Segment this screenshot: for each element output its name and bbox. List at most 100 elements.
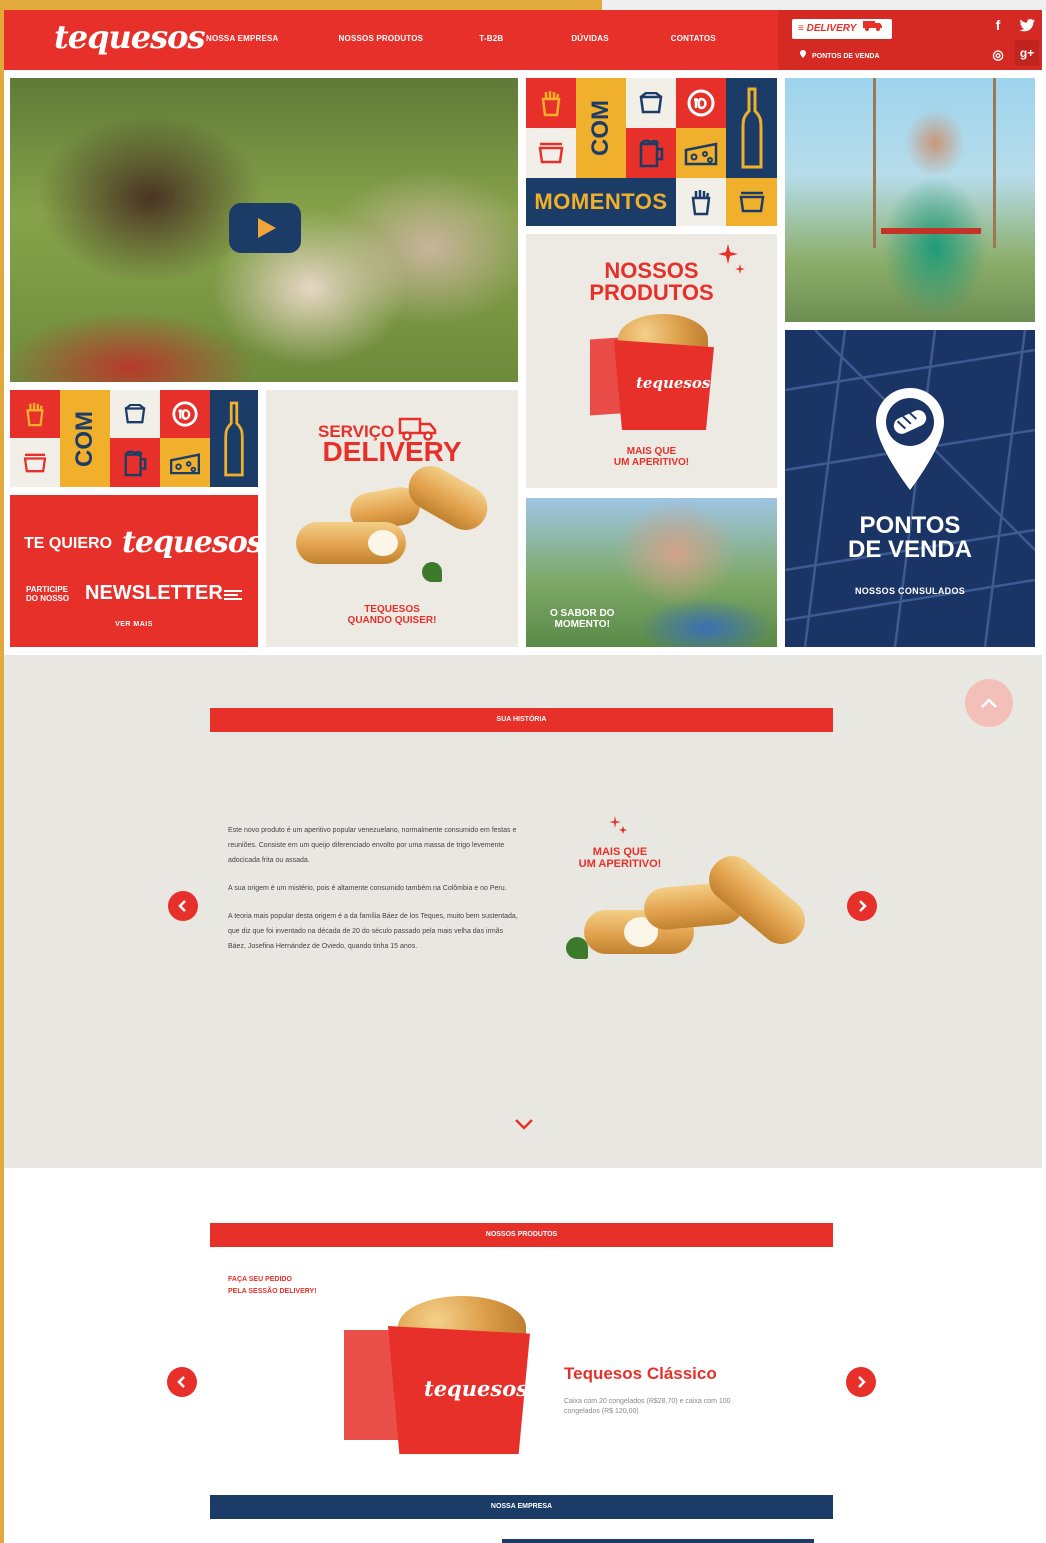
historia-next-button[interactable] — [847, 891, 877, 921]
delivery-sub-line1: TEQUESOS — [364, 604, 420, 615]
fries-icon-2 — [10, 390, 60, 438]
box-brand-text: tequesos — [636, 374, 711, 392]
historia-prev-button[interactable] — [168, 891, 198, 921]
fries-outline-icon — [676, 178, 726, 226]
faca-pedido-label: FAÇA SEU PEDIDO PELA SESSÃO DELIVERY! — [228, 1274, 317, 1298]
pontos-de-venda-label: PONTOS DE VENDA — [811, 53, 880, 60]
empresa-underline — [502, 1539, 814, 1543]
product-description: Caixa com 20 congelados (R$28,70) e caix… — [564, 1398, 731, 1415]
product-name: Tequesos Clássico — [564, 1364, 717, 1383]
historia-paragraph-3: A teoria mais popular desta origem é a d… — [228, 913, 518, 950]
sabor-do-momento-tile[interactable]: O SABOR DO MOMENTO! — [526, 498, 777, 647]
mais-que-line2: UM APERITIVO! — [578, 858, 662, 870]
map-pin-icon — [800, 50, 806, 58]
chevron-down-icon[interactable] — [514, 1113, 534, 1136]
facebook-icon[interactable]: f — [986, 12, 1010, 38]
product-box-brand: tequesos — [424, 1376, 529, 1401]
instagram-icon[interactable]: ◎ — [986, 42, 1010, 68]
historia-mais-que-label: MAIS QUE UM APERITIVO! — [562, 846, 678, 870]
top-accent-strip — [0, 0, 1046, 10]
box-icon — [626, 78, 676, 128]
newsletter-lines-icon — [224, 588, 242, 606]
box-icon-2 — [110, 390, 160, 438]
chevron-left-icon — [178, 900, 186, 912]
pontos-tile-subtitle: NOSSOS CONSULADOS — [854, 586, 966, 596]
historia-herb-garnish — [566, 937, 588, 959]
icon-grid-com-momentos[interactable]: COM MOMENTOS — [526, 78, 777, 226]
delivery-button-label: DELIVERY — [806, 23, 857, 34]
product-box-front: tequesos — [388, 1326, 530, 1454]
herb-garnish — [422, 562, 442, 582]
cheese-center — [368, 530, 398, 556]
pontos-de-venda-tile[interactable]: PONTOS DE VENDA NOSSOS CONSULADOS — [785, 330, 1035, 647]
beer-mug-icon — [626, 128, 676, 178]
com-tile-2: COM — [60, 390, 110, 487]
truck-icon — [863, 19, 883, 39]
newsletter-tile[interactable]: TE QUIERO tequesos PARTICIPE DO NOSSO NE… — [10, 495, 258, 647]
com-tile: COM — [576, 78, 626, 178]
produtos-tile-subtitle: MAIS QUE UM APERITIVO! — [526, 446, 777, 468]
nav-item-nossa-empresa[interactable]: NOSSA EMPRESA — [206, 34, 279, 43]
site-logo[interactable]: tequesos — [54, 18, 206, 56]
delivery-tile-subtitle: TEQUESOS QUANDO QUISER! — [266, 604, 518, 626]
participe-line1: PARTICIPE — [26, 585, 69, 594]
chevron-right-icon-2 — [858, 1376, 866, 1388]
participe-line2: DO NOSSO — [26, 594, 70, 603]
produtos-section-bar: NOSSOS PRODUTOS — [210, 1223, 833, 1247]
header-right-panel: ≡ DELIVERY PONTOS DE VENDA f ◎ g+ — [778, 10, 1042, 70]
produtos-title-line2: PRODUTOS — [589, 280, 714, 305]
main-nav: NOSSA EMPRESA NOSSOS PRODUTOS T-B2B DÚVI… — [194, 34, 716, 43]
brand-circle-icon — [676, 78, 726, 128]
historia-sparkle-icon — [608, 815, 628, 840]
historia-paragraph-1: Este novo produto é um aperitivo popular… — [228, 827, 517, 864]
google-plus-icon[interactable]: g+ — [1015, 40, 1039, 66]
twitter-icon[interactable] — [1015, 12, 1039, 38]
com-label: COM — [587, 100, 614, 156]
pontos-title-line2: DE VENDA — [847, 536, 973, 563]
site-header: tequesos NOSSA EMPRESA NOSSOS PRODUTOS T… — [4, 10, 1042, 70]
sabor-line2: MOMENTO! — [554, 619, 610, 630]
produtos-sub-line1: MAIS QUE — [626, 446, 677, 457]
produtos-next-button[interactable] — [846, 1367, 876, 1397]
faca-line1: FAÇA SEU PEDIDO — [228, 1276, 292, 1283]
newsletter-ver-mais-link[interactable]: VER MAIS — [10, 621, 258, 628]
menu-lines-icon: ≡ — [798, 23, 804, 34]
swing-photo-tile[interactable] — [785, 78, 1035, 322]
nav-item-nossos-produtos[interactable]: NOSSOS PRODUTOS — [339, 34, 424, 43]
fries-box-front: tequesos — [614, 340, 714, 430]
newsletter-te-quiero: TE QUIERO — [24, 535, 113, 552]
sabor-line1: O SABOR DO — [550, 608, 615, 619]
tequeno-shape-2 — [400, 457, 496, 539]
produtos-prev-button[interactable] — [167, 1367, 197, 1397]
bottle-icon-2 — [210, 390, 258, 487]
icon-grid-com[interactable]: COM — [10, 390, 258, 487]
location-pin-icon — [873, 386, 947, 497]
momentos-label: MOMENTOS — [534, 189, 668, 214]
brand-circle-icon-2 — [160, 390, 210, 438]
nav-item-duvidas[interactable]: DÚVIDAS — [571, 34, 608, 43]
newsletter-logo: tequesos — [122, 525, 258, 560]
historia-text-block: Este novo produto é um aperitivo popular… — [228, 823, 518, 967]
momentos-tile: MOMENTOS — [526, 178, 676, 226]
delivery-button[interactable]: ≡ DELIVERY — [792, 19, 892, 39]
chevron-up-icon — [981, 698, 997, 708]
video-tile[interactable] — [10, 78, 518, 382]
chevron-left-icon-2 — [177, 1376, 185, 1388]
scroll-to-top-button[interactable] — [965, 679, 1013, 727]
pontos-title-line1: PONTOS — [859, 512, 961, 539]
play-icon[interactable] — [229, 203, 301, 253]
top-accent-gold — [0, 0, 602, 10]
nav-item-contatos[interactable]: CONTATOS — [671, 34, 716, 43]
chevron-right-icon — [859, 900, 867, 912]
nossos-produtos-tile[interactable]: NOSSOS PRODUTOS tequesos MAIS QUE UM APE… — [526, 234, 777, 488]
pontos-tile-title: PONTOS DE VENDA — [785, 514, 1035, 562]
historia-section-bar: SUA HISTÓRIA — [210, 708, 833, 732]
nav-item-t-b2b[interactable]: T-B2B — [479, 34, 503, 43]
pontos-de-venda-link[interactable]: PONTOS DE VENDA — [800, 50, 880, 60]
swing-rope-left — [873, 78, 876, 248]
delivery-tile-title: DELIVERY — [322, 436, 462, 467]
servico-delivery-tile[interactable]: SERVIÇO DELIVERY TEQUESOS QUANDO QUISER! — [266, 390, 518, 647]
bowl-icon — [526, 128, 576, 178]
com-label-2: COM — [71, 410, 98, 467]
bottle-icon — [726, 78, 777, 178]
